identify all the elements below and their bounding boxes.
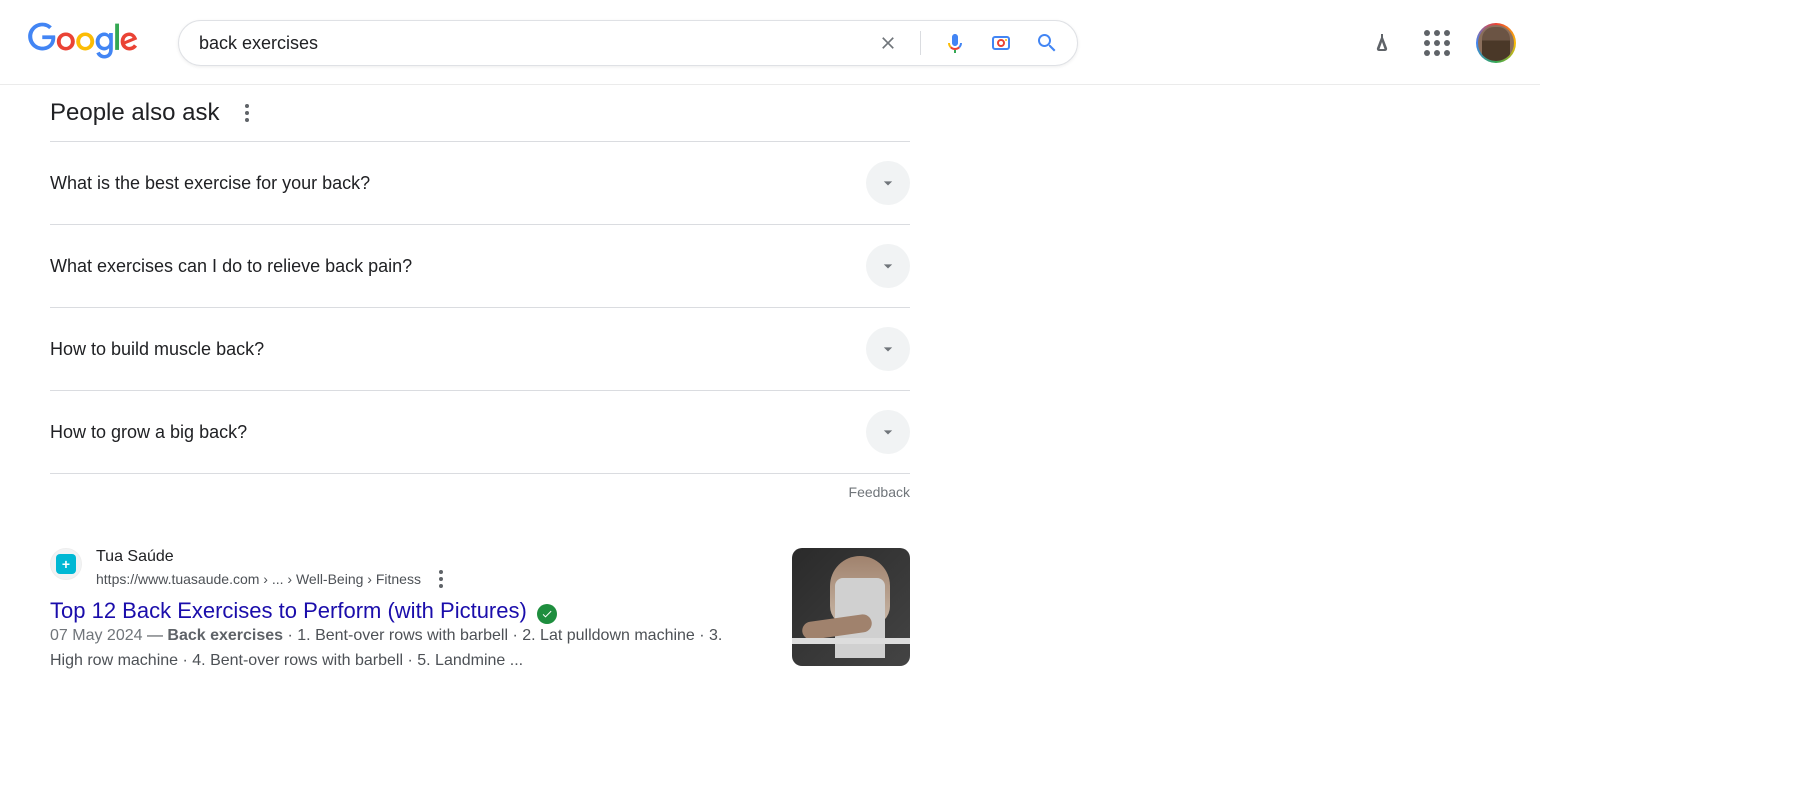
- header: [0, 0, 1540, 85]
- image-search-icon[interactable]: [985, 27, 1017, 59]
- clear-icon[interactable]: [874, 29, 902, 57]
- result-main: + Tua Saúde https://www.tuasaude.com › .…: [50, 548, 732, 674]
- search-bar: [178, 20, 1078, 66]
- paa-item[interactable]: How to grow a big back?: [50, 391, 910, 474]
- account-avatar[interactable]: [1476, 23, 1516, 63]
- paa-item[interactable]: What exercises can I do to relieve back …: [50, 225, 910, 308]
- paa-question: How to build muscle back?: [50, 339, 264, 360]
- paa-item[interactable]: How to build muscle back?: [50, 308, 910, 391]
- chevron-down-icon[interactable]: [866, 244, 910, 288]
- more-options-icon[interactable]: [241, 100, 253, 126]
- divider: [920, 31, 921, 55]
- chevron-down-icon[interactable]: [866, 410, 910, 454]
- result-thumbnail[interactable]: [792, 548, 910, 666]
- result-bold: Back exercises: [167, 627, 283, 644]
- feedback-link[interactable]: Feedback: [50, 484, 910, 500]
- result-date: 07 May 2024: [50, 627, 143, 644]
- result-text: · 1. Bent-over rows with barbell · 2. La…: [50, 627, 722, 669]
- main-content: People also ask What is the best exercis…: [0, 85, 910, 674]
- result-favicon: +: [50, 548, 82, 580]
- search-button-icon[interactable]: [1031, 27, 1063, 59]
- chevron-down-icon[interactable]: [866, 161, 910, 205]
- result-url: https://www.tuasaude.com › ... › Well-Be…: [96, 571, 421, 587]
- google-logo[interactable]: [28, 22, 138, 65]
- result-source: Tua Saúde https://www.tuasaude.com › ...…: [96, 548, 732, 592]
- result-site-name: Tua Saúde: [96, 548, 732, 566]
- paa-item[interactable]: What is the best exercise for your back?: [50, 142, 910, 225]
- result-snippet: 07 May 2024 — Back exercises · 1. Bent-o…: [50, 624, 732, 674]
- paa-title: People also ask: [50, 99, 219, 127]
- search-result: + Tua Saúde https://www.tuasaude.com › .…: [50, 548, 910, 674]
- chevron-down-icon[interactable]: [866, 327, 910, 371]
- paa-question: What exercises can I do to relieve back …: [50, 256, 412, 277]
- search-input[interactable]: [199, 33, 874, 54]
- voice-search-icon[interactable]: [939, 27, 971, 59]
- labs-icon[interactable]: [1366, 27, 1398, 59]
- header-right: [1366, 22, 1516, 64]
- favicon-plus-icon: +: [56, 554, 76, 574]
- paa-list: What is the best exercise for your back?…: [50, 141, 910, 474]
- verified-icon: [537, 604, 557, 624]
- paa-header: People also ask: [50, 99, 910, 127]
- search-icons: [874, 27, 1063, 59]
- result-header: + Tua Saúde https://www.tuasaude.com › .…: [50, 548, 732, 592]
- result-title-link[interactable]: Top 12 Back Exercises to Perform (with P…: [50, 598, 527, 623]
- apps-menu-icon[interactable]: [1416, 22, 1458, 64]
- paa-question: How to grow a big back?: [50, 422, 247, 443]
- paa-question: What is the best exercise for your back?: [50, 173, 370, 194]
- result-more-icon[interactable]: [435, 566, 447, 592]
